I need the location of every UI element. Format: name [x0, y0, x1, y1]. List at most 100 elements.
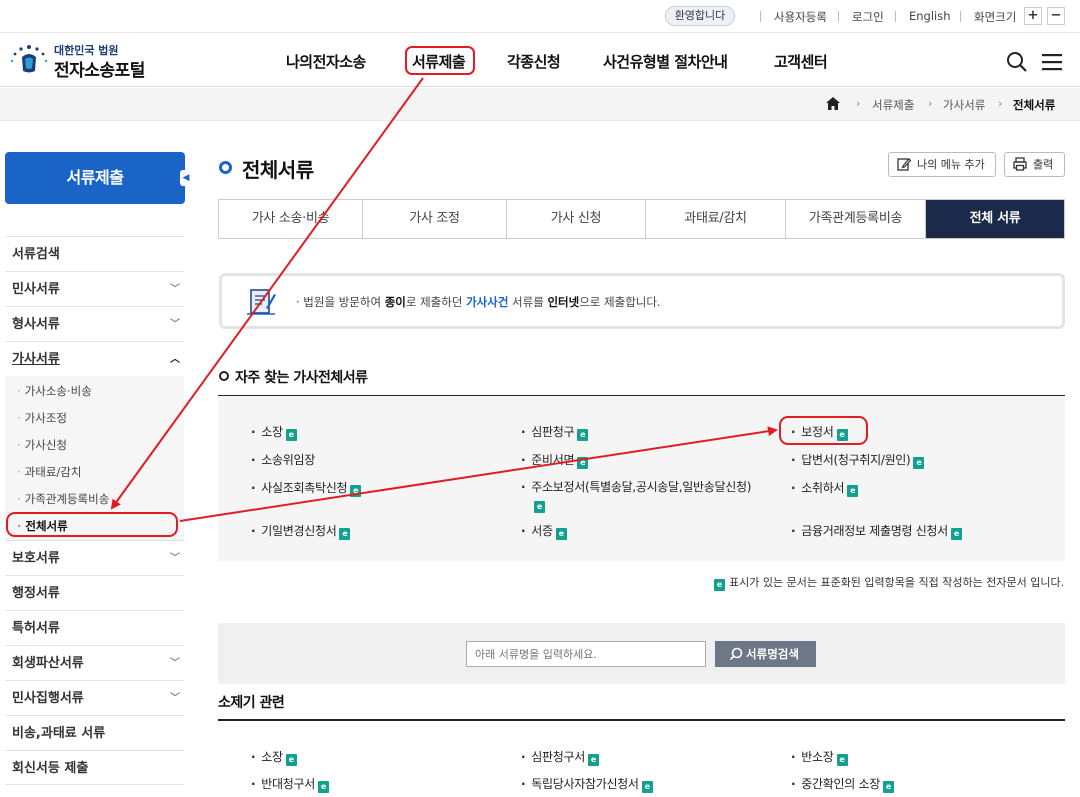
- sidebar-item-bankruptcy[interactable]: 회생파산서류 ﹀: [5, 645, 184, 680]
- doc-link[interactable]: · 금융거래정보 제출명령 신청서 e: [791, 522, 962, 540]
- doc-link[interactable]: · 중간확인의 소장 e: [791, 775, 894, 793]
- sidebar-sub-item[interactable]: · 가족관계등록비송: [17, 491, 109, 507]
- tab-all-documents[interactable]: 전체 서류: [926, 200, 1064, 238]
- chevron-down-icon: ﹀: [170, 658, 180, 669]
- english-link[interactable]: English: [909, 9, 951, 23]
- breadcrumb-item[interactable]: 가사서류: [943, 97, 985, 113]
- e-document-icon: e: [317, 781, 329, 793]
- sidebar-item-label: 민사집행서류: [12, 691, 84, 706]
- sidebar-sub-item[interactable]: · 가사소송·비송: [17, 383, 92, 399]
- e-document-icon: e: [577, 429, 589, 441]
- sidebar-item-civil[interactable]: 민사서류 ﹀: [5, 271, 184, 306]
- doc-link[interactable]: · 소장 e: [251, 423, 297, 441]
- add-my-menu-button[interactable]: 나의 메뉴 추가: [888, 152, 996, 177]
- sidebar-title: 서류제출: [5, 152, 185, 204]
- section-divider: [218, 719, 1065, 721]
- tab-bar: 가사 소송·비송 가사 조정 가사 신청 과태료/감치 가족관계등록비송 전체 …: [218, 199, 1065, 239]
- tab-family-litigation[interactable]: 가사 소송·비송: [219, 200, 363, 238]
- doc-search-button[interactable]: 서류명검색: [715, 641, 816, 667]
- login-link[interactable]: 로그인: [852, 9, 884, 25]
- breadcrumb-item[interactable]: 서류제출: [872, 97, 914, 113]
- notice-text: · 법원을 방문하여 종이로 제출하던 가사사건 서류를 인터넷으로 제출합니다…: [296, 295, 661, 309]
- sidebar-item-search[interactable]: 서류검색: [5, 236, 184, 271]
- page-title: 전체서류: [242, 158, 314, 182]
- sidebar-item-protection[interactable]: 보호서류 ﹀: [5, 540, 184, 575]
- logo-title[interactable]: 전자소송포털: [54, 56, 145, 81]
- sidebar-item-execution[interactable]: 민사집행서류 ﹀: [5, 680, 184, 715]
- welcome-badge: 환영합니다: [665, 6, 735, 26]
- doc-link[interactable]: · 심판청구 e: [521, 423, 589, 441]
- sidebar-item-label: 보호서류: [12, 551, 60, 566]
- doc-link[interactable]: · 독립당사자참가신청서 e: [521, 775, 653, 793]
- section-ring-icon: [219, 371, 229, 381]
- sidebar-sub-label: 가사조정: [24, 411, 67, 425]
- divider: [838, 11, 839, 22]
- tab-family-registry[interactable]: 가족관계등록비송: [786, 200, 926, 238]
- tab-family-mediation[interactable]: 가사 조정: [363, 200, 507, 238]
- search-icon[interactable]: [1006, 51, 1028, 73]
- e-document-icon: e: [836, 754, 848, 766]
- sidebar-item-label: 행정서류: [12, 586, 60, 601]
- tab-family-application[interactable]: 가사 신청: [507, 200, 646, 238]
- e-document-icon: e: [587, 754, 599, 766]
- font-decrease-button[interactable]: −: [1047, 7, 1065, 25]
- sidebar-item-nonlitigation[interactable]: 비송,과태료 서류: [5, 715, 184, 750]
- chevron-down-icon: ﹀: [170, 693, 180, 704]
- doc-search-input[interactable]: [466, 641, 706, 667]
- doc-link[interactable]: · 주소보정서(특별송달,공시송달,일반송달신청) e: [521, 479, 771, 513]
- sidebar-item-admin[interactable]: 행정서류: [5, 575, 184, 610]
- tab-fine-detention[interactable]: 과태료/감치: [646, 200, 786, 238]
- sidebar-item-patent[interactable]: 특허서류: [5, 610, 184, 645]
- e-document-icon: e: [882, 781, 894, 793]
- doc-link[interactable]: · 소취하서 e: [791, 479, 859, 497]
- court-logo-icon[interactable]: [8, 41, 50, 77]
- e-document-icon: e: [950, 528, 962, 540]
- title-ring-icon: [219, 161, 232, 174]
- sidebar-sub-item[interactable]: · 가사조정: [17, 410, 67, 426]
- sidebar-sub-label: 가사소송·비송: [24, 384, 92, 398]
- doc-link[interactable]: · 준비서면 e: [521, 451, 589, 469]
- chevron-down-icon: ﹀: [170, 553, 180, 564]
- nav-procedure-guide[interactable]: 사건유형별 절차안내: [603, 51, 728, 72]
- sidebar-item-label: 서류검색: [12, 247, 60, 262]
- sidebar-sub-item[interactable]: · 가사신청: [17, 437, 67, 453]
- doc-link[interactable]: · 소송위임장: [251, 451, 315, 468]
- sidebar-item-criminal[interactable]: 형사서류 ﹀: [5, 306, 184, 341]
- doc-link[interactable]: · 기일변경신청서 e: [251, 522, 351, 540]
- register-link[interactable]: 사용자등록: [774, 9, 827, 25]
- sidebar-item-reply[interactable]: 회신서등 제출: [5, 750, 184, 785]
- sidebar-item-label: 비송,과태료 서류: [12, 726, 106, 741]
- doc-link[interactable]: · 서증 e: [521, 522, 567, 540]
- sidebar-item-label: 가사서류: [12, 352, 60, 367]
- sidebar-item-label: 회신서등 제출: [12, 761, 89, 776]
- font-increase-button[interactable]: +: [1024, 7, 1042, 25]
- print-button[interactable]: 출력: [1004, 152, 1065, 177]
- breadcrumb-current: 전체서류: [1013, 98, 1056, 112]
- nav-customer-center[interactable]: 고객센터: [774, 51, 828, 72]
- doc-link[interactable]: · 심판청구서 e: [521, 748, 599, 766]
- e-document-icon: e: [285, 429, 297, 441]
- doc-link[interactable]: · 소장 e: [251, 748, 297, 766]
- e-document-icon: e: [577, 457, 589, 469]
- nav-applications[interactable]: 각종신청: [507, 51, 561, 72]
- chevron-down-icon: ﹀: [170, 319, 180, 330]
- chevron-left-icon[interactable]: ◀: [180, 170, 192, 186]
- sidebar-sub-item[interactable]: · 과태료/감치: [17, 464, 81, 480]
- printer-icon: [1013, 157, 1027, 171]
- divider: [960, 11, 961, 22]
- menu-icon[interactable]: [1041, 51, 1063, 73]
- e-document-icon: e: [285, 754, 297, 766]
- doc-link[interactable]: · 사실조회촉탁신청 e: [251, 479, 362, 497]
- home-icon[interactable]: [826, 97, 840, 110]
- e-document-icon: e: [350, 485, 362, 497]
- add-my-menu-label: 나의 메뉴 추가: [917, 158, 985, 171]
- e-document-icon: e: [534, 501, 545, 513]
- sidebar-item-family[interactable]: 가사서류 ︿: [5, 341, 184, 376]
- doc-link[interactable]: · 답변서(청구취지/원인) e: [791, 451, 925, 469]
- breadcrumb: › 서류제출 › 가사서류 › 전체서류: [0, 88, 1080, 121]
- divider: [760, 11, 761, 22]
- doc-link[interactable]: · 반대청구서 e: [251, 775, 329, 793]
- doc-link[interactable]: · 반소장 e: [791, 748, 848, 766]
- site-header: 대한민국 법원 전자소송포털 나의전자소송 서류제출 각종신청 사건유형별 절차…: [0, 33, 1080, 87]
- nav-my-ecourt[interactable]: 나의전자소송: [286, 51, 366, 72]
